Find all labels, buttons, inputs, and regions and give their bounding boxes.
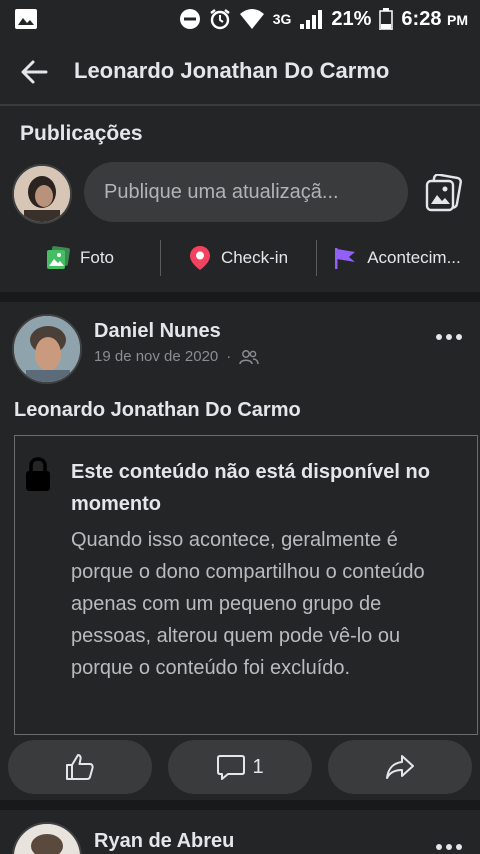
reaction-bar: 1 [0, 740, 480, 798]
network-type: 3G [272, 11, 292, 27]
like-icon [66, 754, 94, 780]
back-arrow-icon[interactable] [18, 56, 50, 88]
composer-actions: Foto Check-in Acontecim... [0, 236, 480, 280]
photo-action-button[interactable]: Foto [0, 236, 160, 280]
event-action-button[interactable]: Acontecim... [317, 236, 477, 280]
post-text: Leonardo Jonathan Do Carmo [14, 399, 301, 421]
user-avatar[interactable] [12, 164, 72, 224]
composer-section: Publicações Publique uma atualizaçã... F… [0, 106, 480, 292]
event-action-label: Acontecim... [367, 248, 461, 267]
wifi-icon [239, 9, 264, 29]
battery-icon [379, 8, 394, 30]
share-button[interactable] [328, 740, 472, 794]
gallery-notification-icon [15, 9, 37, 29]
post-meta: 19 de nov de 2020 · [94, 348, 259, 365]
next-author-photo [14, 824, 80, 854]
flag-icon [335, 248, 356, 269]
comment-count: 1 [252, 755, 264, 778]
next-post-author-name[interactable]: Ryan de Abreu [94, 830, 234, 853]
status-bar: 3G 21% 6:28 PM [0, 0, 480, 38]
post-author-name[interactable]: Daniel Nunes [94, 320, 221, 343]
post-card-next: Ryan de Abreu [0, 810, 480, 854]
author-photo [14, 316, 80, 382]
photo-action-label: Foto [79, 248, 115, 267]
lock-icon [26, 457, 50, 491]
comment-button[interactable]: 1 [168, 740, 312, 794]
unavailable-content-box: Este conteúdo não está disponível no mom… [14, 435, 478, 735]
like-button[interactable] [8, 740, 152, 794]
avatar-photo [14, 166, 70, 222]
unavailable-title: Este conteúdo não está disponível no mom… [71, 461, 430, 515]
status-input[interactable]: Publique uma atualizaçã... [84, 162, 408, 222]
photo-upload-icon[interactable] [424, 174, 462, 212]
alarm-icon [209, 9, 230, 30]
unavailable-body: Quando isso acontece, geralmente é porqu… [71, 529, 425, 679]
meta-separator: · [226, 348, 232, 365]
location-pin-icon [189, 246, 210, 270]
author-avatar[interactable] [12, 314, 82, 384]
do-not-disturb-icon [179, 9, 200, 29]
page-title: Leonardo Jonathan Do Carmo [74, 58, 390, 83]
app-bar: Leonardo Jonathan Do Carmo [0, 38, 480, 106]
checkin-action-label: Check-in [220, 248, 289, 267]
battery-percent: 21% [331, 7, 372, 30]
checkin-action-button[interactable]: Check-in [161, 236, 316, 280]
section-title: Publicações [20, 122, 143, 145]
comment-icon [217, 755, 246, 780]
clock: 6:28 PM [401, 7, 468, 30]
photo-icon [46, 246, 70, 269]
post-date[interactable]: 19 de nov de 2020 [94, 348, 218, 365]
friends-audience-icon [239, 349, 259, 364]
signal-icon [300, 10, 323, 29]
next-author-avatar[interactable] [12, 822, 82, 854]
more-options-icon[interactable] [436, 334, 468, 348]
share-icon [386, 755, 414, 779]
more-options-icon[interactable] [436, 844, 468, 854]
post-card: Daniel Nunes 19 de nov de 2020 · Leonard… [0, 302, 480, 800]
